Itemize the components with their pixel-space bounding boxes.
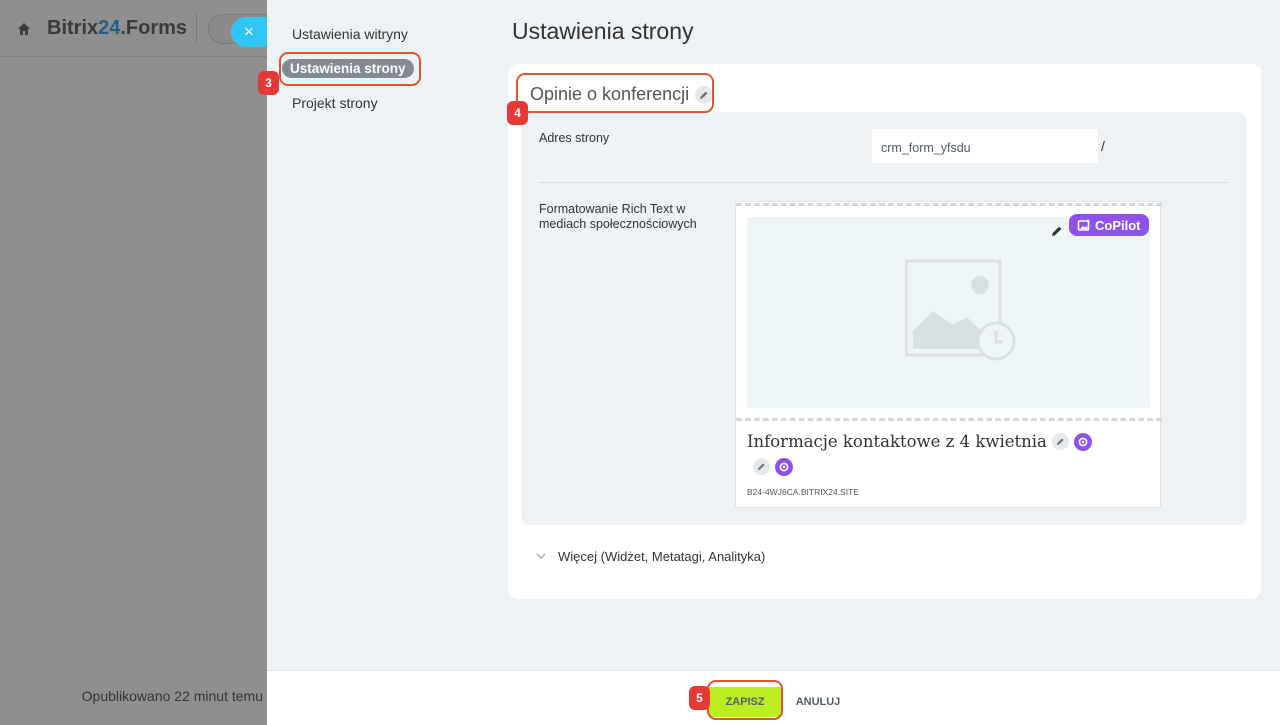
- close-slider-button[interactable]: ×: [231, 17, 267, 47]
- page-settings-card: Opinie o konferencji Adres strony crm_fo…: [508, 64, 1261, 599]
- pencil-icon: [1056, 438, 1064, 446]
- preview-url: B24-4WJ6CA.BITRIX24.SITE: [747, 487, 859, 497]
- image-placeholder-icon: [905, 259, 1016, 361]
- annotation-highlight-title: [516, 73, 714, 113]
- address-label: Adres strony: [539, 131, 610, 145]
- preview-title[interactable]: Informacje kontaktowe z 4 kwietnia: [747, 432, 1047, 451]
- chevron-down-icon: [536, 553, 546, 560]
- social-preview: CoPilot Informacje kontaktowe z 4 kwietn…: [735, 201, 1162, 508]
- nav-item-site-settings[interactable]: Ustawienia witryny: [292, 26, 408, 42]
- home-icon[interactable]: [16, 21, 32, 37]
- nav-item-page-design[interactable]: Projekt strony: [292, 95, 378, 111]
- copilot-icon: [779, 462, 789, 472]
- preview-description-actions: [753, 458, 793, 476]
- copilot-label: CoPilot: [1095, 217, 1141, 233]
- copilot-title-button[interactable]: [1073, 432, 1092, 451]
- preview-title-row: Informacje kontaktowe z 4 kwietnia: [747, 432, 1092, 451]
- annotation-highlight-save: [707, 680, 783, 720]
- background-header: Bitrix24.Forms: [0, 0, 278, 57]
- edit-image-button[interactable]: [1047, 221, 1067, 241]
- copilot-button[interactable]: CoPilot: [1069, 214, 1149, 236]
- app-title[interactable]: Bitrix24.Forms: [47, 17, 187, 40]
- preview-dashed-border-top: [736, 203, 1162, 206]
- app-title-part1: Bitrix: [47, 17, 99, 39]
- annotation-badge-3: 3: [258, 71, 279, 95]
- ai-image-icon: [1077, 218, 1091, 231]
- app-title-part2: .Forms: [120, 17, 188, 39]
- divider: [538, 182, 1228, 183]
- edit-description-button[interactable]: [753, 458, 770, 475]
- close-icon: ×: [244, 22, 254, 41]
- preview-image[interactable]: CoPilot: [747, 214, 1150, 408]
- published-status: Opublikowano 22 minut temu: [81, 688, 263, 704]
- copilot-description-button[interactable]: [775, 458, 793, 476]
- annotation-badge-4: 4: [507, 101, 528, 125]
- copilot-icon: [1078, 437, 1088, 446]
- annotation-badge-5: 5: [689, 686, 710, 710]
- edit-preview-title-button[interactable]: [1051, 433, 1069, 450]
- more-settings-toggle[interactable]: Więcej (Widżet, Metatagi, Analityka): [536, 549, 765, 564]
- page-title: Ustawienia strony: [512, 18, 694, 44]
- preview-dashed-border-mid: [736, 418, 1162, 421]
- settings-panel: Ustawienia witryny Ustawienia strony Pro…: [267, 0, 1280, 725]
- address-input[interactable]: crm_form_yfsdu: [872, 129, 1098, 163]
- rich-text-label: Formatowanie Rich Text w mediach społecz…: [539, 202, 697, 231]
- annotation-highlight-nav: [279, 52, 421, 86]
- address-suffix: /: [1101, 138, 1105, 154]
- app-title-number: 24: [98, 17, 121, 39]
- cancel-button[interactable]: ANULUJ: [787, 687, 849, 717]
- header-divider: [196, 14, 197, 42]
- pencil-icon: [757, 463, 765, 471]
- settings-inner-box: Adres strony crm_form_yfsdu / Formatowan…: [521, 112, 1247, 525]
- settings-nav: Ustawienia witryny Ustawienia strony Pro…: [267, 0, 497, 670]
- pencil-icon: [1052, 226, 1062, 236]
- background-app: Bitrix24.Forms Opublikowano 22 minut tem…: [0, 0, 278, 725]
- more-settings-label: Więcej (Widżet, Metatagi, Analityka): [558, 549, 766, 564]
